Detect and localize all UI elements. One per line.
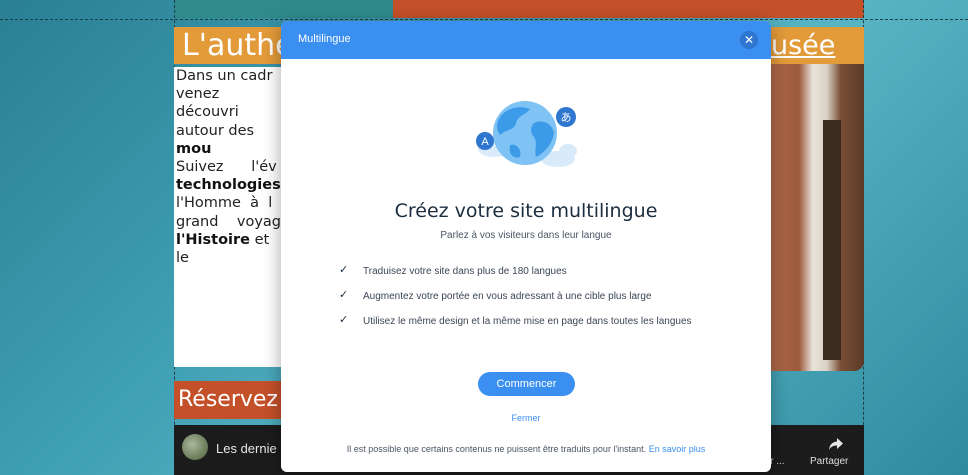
feature-item: ✓ Utilisez le même design et la même mis… xyxy=(339,314,759,339)
badge-letter-japanese: あ xyxy=(561,111,572,124)
museum-photo xyxy=(771,64,864,371)
check-icon: ✓ xyxy=(339,314,349,326)
dialog-subtitle: Parlez à vos visiteurs dans leur langue xyxy=(440,230,612,241)
channel-avatar[interactable] xyxy=(182,434,208,460)
intro-line: venez découvri xyxy=(176,86,239,121)
dialog-title: Multilingue xyxy=(298,33,351,45)
badge-letter-latin: A xyxy=(481,136,489,148)
feature-item: ✓ Traduisez votre site dans plus de 180 … xyxy=(339,264,759,289)
intro-line: autour des mou xyxy=(176,122,255,157)
feature-text: Utilisez le même design et la même mise … xyxy=(363,316,692,327)
share-label[interactable]: Partager xyxy=(810,456,848,467)
reserve-banner[interactable]: Réservez v xyxy=(174,381,284,419)
intro-line: Dans un cadr xyxy=(176,68,273,84)
dialog-heading: Créez votre site multilingue xyxy=(394,200,658,222)
museum-photo-totem xyxy=(823,120,841,360)
check-icon: ✓ xyxy=(339,289,349,301)
feature-list: ✓ Traduisez votre site dans plus de 180 … xyxy=(339,264,759,339)
intro-line: l'Histoire et le xyxy=(176,231,270,267)
feature-text: Augmentez votre portée en vous adressant… xyxy=(363,291,652,302)
share-arrow-icon[interactable] xyxy=(828,437,844,451)
video-title[interactable]: Les dernie xyxy=(216,441,277,456)
intro-line: technologies, xyxy=(176,177,284,194)
intro-line: l'Homme à l xyxy=(176,195,273,212)
feature-text: Traduisez votre site dans plus de 180 la… xyxy=(363,266,567,277)
intro-line: Suivez l'év xyxy=(176,159,277,176)
footer-note: Il est possible que certains contenus ne… xyxy=(281,444,771,454)
intro-line: grand voyag xyxy=(176,213,282,230)
globe-language-icon: A あ xyxy=(476,101,577,167)
intro-text-block: Dans un cadr venez découvri autour des m… xyxy=(174,67,284,367)
dialog-header: Multilingue ✕ xyxy=(281,21,771,59)
feature-item: ✓ Augmentez votre portée en vous adressa… xyxy=(339,289,759,314)
check-icon: ✓ xyxy=(339,264,349,276)
page-title-right: usée xyxy=(771,30,836,61)
close-link[interactable]: Fermer xyxy=(281,413,771,423)
footer-note-text: Il est possible que certains contenus ne… xyxy=(346,444,647,454)
close-icon[interactable]: ✕ xyxy=(740,31,758,49)
video-actions: der ... Partager xyxy=(759,425,864,475)
start-button[interactable]: Commencer xyxy=(478,372,575,396)
learn-more-link[interactable]: En savoir plus xyxy=(649,444,706,454)
page-title-left: L'authe xyxy=(182,28,294,63)
multilingual-dialog: Multilingue ✕ A あ Créez votre site multi… xyxy=(281,21,771,472)
